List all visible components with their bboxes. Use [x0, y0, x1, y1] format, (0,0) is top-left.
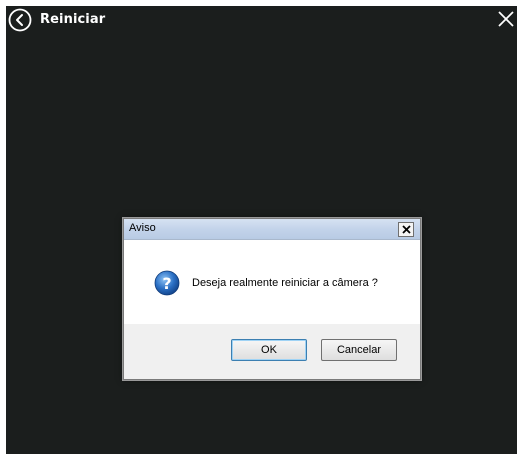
close-button[interactable]	[497, 10, 515, 28]
dialog-body: ? Deseja realmente reiniciar a câmera ?	[124, 240, 420, 324]
close-x-icon	[498, 11, 514, 27]
dialog-message: Deseja realmente reiniciar a câmera ?	[192, 277, 378, 289]
dialog-footer: OK Cancelar	[124, 325, 420, 379]
ok-button[interactable]: OK	[231, 339, 307, 361]
svg-text:?: ?	[162, 274, 171, 293]
confirm-dialog: Aviso ? Deseja realmente reiniciar a câm…	[123, 218, 421, 380]
back-button[interactable]	[8, 8, 32, 32]
close-icon	[401, 225, 411, 234]
page-title: Reiniciar	[40, 12, 106, 27]
question-icon: ?	[154, 270, 180, 296]
circle-chevron-left-icon	[8, 8, 32, 32]
dialog-title: Aviso	[129, 222, 156, 234]
dialog-titlebar: Aviso	[124, 219, 420, 240]
cancel-button[interactable]: Cancelar	[321, 339, 397, 361]
dialog-close-button[interactable]	[398, 222, 414, 237]
